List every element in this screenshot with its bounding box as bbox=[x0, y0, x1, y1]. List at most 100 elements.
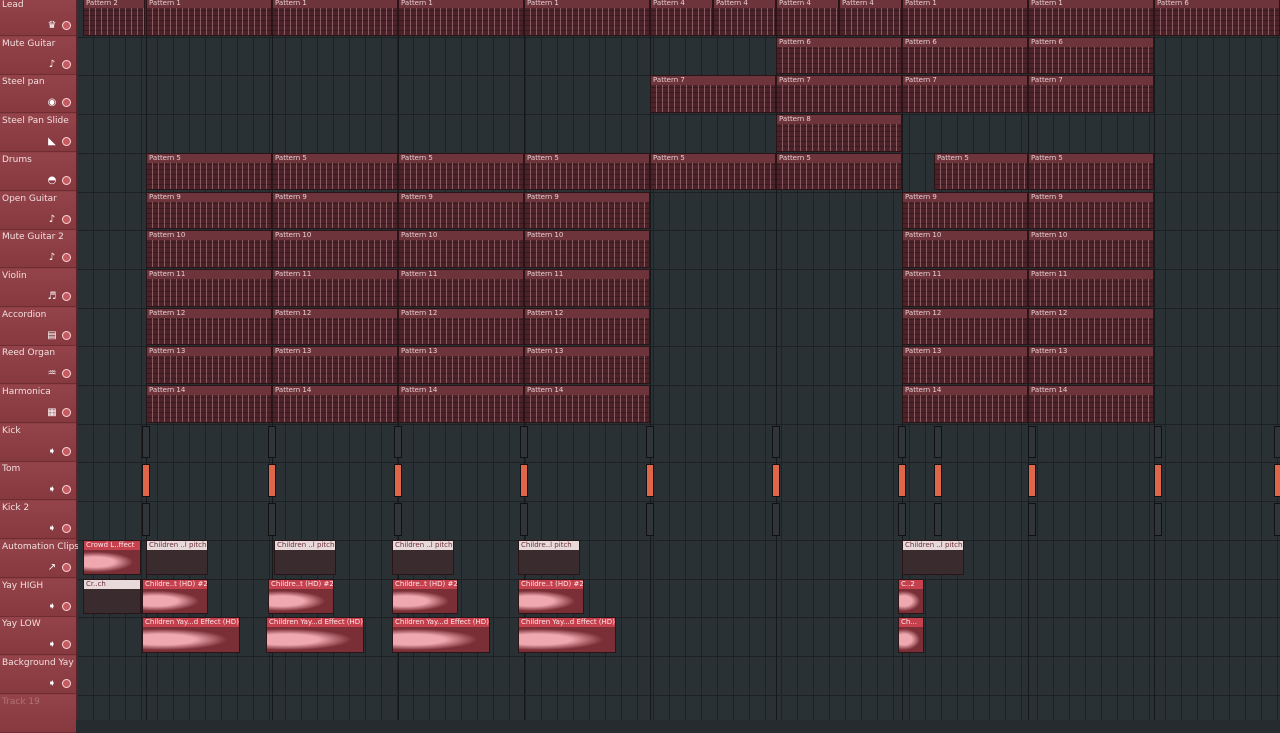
tom-audio-clip[interactable] bbox=[1028, 464, 1036, 498]
track-header[interactable]: Automation Clips ↗ bbox=[0, 539, 79, 578]
track-header[interactable]: Violin ♬ bbox=[0, 268, 76, 307]
track-mute-led[interactable] bbox=[62, 137, 71, 147]
kick-audio-clip[interactable] bbox=[268, 425, 276, 459]
automation-clip[interactable]: Childre..l pitch bbox=[518, 539, 580, 576]
pattern-clip[interactable]: Pattern 10 bbox=[902, 230, 1028, 268]
track-header[interactable]: Harmonica ▦ bbox=[0, 385, 76, 423]
tom-audio-clip[interactable] bbox=[1154, 464, 1162, 498]
tom-audio-clip[interactable] bbox=[394, 464, 402, 498]
kick-audio-clip[interactable] bbox=[142, 425, 150, 459]
track-mute-led[interactable] bbox=[62, 524, 71, 534]
pattern-clip[interactable]: Pattern 7 bbox=[650, 75, 776, 114]
kick-audio-clip[interactable] bbox=[520, 425, 528, 459]
pattern-clip[interactable]: Pattern 5 bbox=[398, 152, 524, 191]
pattern-clip[interactable]: Pattern 11 bbox=[398, 268, 524, 307]
track-mute-led[interactable] bbox=[62, 640, 71, 650]
pattern-clip[interactable]: Pattern 12 bbox=[902, 307, 1028, 346]
tom-audio-clip[interactable] bbox=[268, 464, 276, 498]
audio-clip[interactable]: Children Yay...d Effect (HD) bbox=[142, 617, 240, 653]
track-mute-led[interactable] bbox=[62, 291, 71, 301]
pattern-clip[interactable]: Pattern 12 bbox=[272, 307, 398, 346]
track-mute-led[interactable] bbox=[62, 601, 71, 611]
track-mute-led[interactable] bbox=[62, 369, 71, 379]
track-mute-led[interactable] bbox=[62, 98, 71, 108]
track-header[interactable]: Background Yay ➧ bbox=[0, 655, 76, 694]
tom-audio-clip[interactable] bbox=[520, 464, 528, 498]
kick-audio-clip[interactable] bbox=[1028, 425, 1036, 459]
kick-audio-clip[interactable] bbox=[898, 503, 906, 536]
kick-audio-clip[interactable] bbox=[772, 503, 780, 536]
track-mute-led[interactable] bbox=[62, 330, 71, 340]
automation-clip[interactable]: Children ..l pitch bbox=[392, 539, 454, 576]
track-mute-led[interactable] bbox=[62, 59, 71, 69]
track-header[interactable]: Reed Organ ♒ bbox=[0, 346, 76, 385]
pattern-clip[interactable]: Pattern 6 bbox=[1154, 0, 1280, 36]
track-mute-led[interactable] bbox=[62, 485, 71, 495]
pattern-clip[interactable]: Pattern 5 bbox=[934, 152, 1028, 191]
pattern-clip[interactable]: Pattern 7 bbox=[902, 75, 1028, 114]
track-header[interactable]: Track 19 bbox=[0, 694, 76, 733]
audio-clip[interactable]: Childre..t (HD) #2 bbox=[268, 578, 334, 615]
kick-audio-clip[interactable] bbox=[142, 503, 150, 536]
pattern-clip[interactable]: Pattern 14 bbox=[272, 385, 398, 423]
pattern-clip[interactable]: Pattern 5 bbox=[650, 152, 776, 191]
pattern-clip[interactable]: Pattern 5 bbox=[776, 152, 902, 191]
kick-audio-clip[interactable] bbox=[1154, 425, 1162, 459]
tom-audio-clip[interactable] bbox=[934, 464, 942, 498]
tom-audio-clip[interactable] bbox=[142, 464, 150, 498]
pattern-clip[interactable]: Pattern 11 bbox=[272, 268, 398, 307]
pattern-clip[interactable]: Pattern 8 bbox=[776, 114, 902, 152]
tom-audio-clip[interactable] bbox=[898, 464, 906, 498]
pattern-clip[interactable]: Pattern 11 bbox=[1028, 268, 1154, 307]
kick-audio-clip[interactable] bbox=[646, 425, 654, 459]
track-header[interactable]: Yay LOW ➧ bbox=[0, 617, 76, 656]
track-header[interactable]: Drums ◓ bbox=[0, 152, 76, 191]
audio-clip[interactable]: Childre..t (HD) #2 bbox=[392, 578, 458, 615]
track-header[interactable]: Mute Guitar 2 ♪ bbox=[0, 230, 76, 269]
pattern-clip[interactable]: Pattern 9 bbox=[146, 191, 272, 230]
track-header[interactable]: Lead ♛ bbox=[0, 0, 76, 36]
automation-clip[interactable]: Cr..ch bbox=[83, 578, 141, 615]
kick-audio-clip[interactable] bbox=[898, 425, 906, 459]
pattern-clip[interactable]: Pattern 12 bbox=[398, 307, 524, 346]
pattern-clip[interactable]: Pattern 10 bbox=[524, 230, 650, 268]
pattern-clip[interactable]: Pattern 6 bbox=[902, 36, 1028, 75]
pattern-clip[interactable]: Pattern 9 bbox=[902, 191, 1028, 230]
pattern-clip[interactable]: Pattern 9 bbox=[524, 191, 650, 230]
tom-audio-clip[interactable] bbox=[646, 464, 654, 498]
kick-audio-clip[interactable] bbox=[394, 425, 402, 459]
track-mute-led[interactable] bbox=[62, 214, 71, 224]
pattern-clip[interactable]: Pattern 13 bbox=[902, 346, 1028, 384]
track-header[interactable]: Open Guitar ♪ bbox=[0, 191, 76, 230]
kick-audio-clip[interactable] bbox=[772, 425, 780, 459]
automation-clip[interactable]: Children ..l pitch bbox=[146, 539, 208, 576]
pattern-clip[interactable]: Pattern 1 bbox=[902, 0, 1028, 36]
pattern-clip[interactable]: Pattern 14 bbox=[146, 385, 272, 423]
kick-audio-clip[interactable] bbox=[1274, 425, 1280, 459]
kick-audio-clip[interactable] bbox=[268, 503, 276, 536]
pattern-clip[interactable]: Pattern 10 bbox=[1028, 230, 1154, 268]
pattern-clip[interactable]: Pattern 1 bbox=[524, 0, 650, 36]
pattern-clip[interactable]: Pattern 7 bbox=[1028, 75, 1154, 114]
pattern-clip[interactable]: Pattern 4 bbox=[713, 0, 776, 36]
pattern-clip[interactable]: Pattern 10 bbox=[272, 230, 398, 268]
track-header[interactable]: Kick 2 ➧ bbox=[0, 501, 76, 540]
kick-audio-clip[interactable] bbox=[1028, 503, 1036, 536]
pattern-clip[interactable]: Pattern 11 bbox=[146, 268, 272, 307]
pattern-clip[interactable]: Pattern 12 bbox=[1028, 307, 1154, 346]
pattern-clip[interactable]: Pattern 14 bbox=[398, 385, 524, 423]
track-mute-led[interactable] bbox=[62, 253, 71, 263]
pattern-clip[interactable]: Pattern 4 bbox=[776, 0, 839, 36]
track-header[interactable]: Accordion ▤ bbox=[0, 307, 76, 346]
kick-audio-clip[interactable] bbox=[1154, 503, 1162, 536]
kick-audio-clip[interactable] bbox=[934, 425, 942, 459]
automation-clip[interactable]: Children ..l pitch bbox=[902, 539, 964, 576]
track-mute-led[interactable] bbox=[62, 678, 71, 688]
pattern-clip[interactable]: Pattern 7 bbox=[776, 75, 902, 114]
pattern-clip[interactable]: Pattern 14 bbox=[1028, 385, 1154, 423]
track-mute-led[interactable] bbox=[62, 446, 71, 456]
pattern-clip[interactable]: Pattern 11 bbox=[524, 268, 650, 307]
audio-clip[interactable]: Childre..t (HD) #2 bbox=[518, 578, 584, 615]
kick-audio-clip[interactable] bbox=[1274, 503, 1280, 536]
kick-audio-clip[interactable] bbox=[394, 503, 402, 536]
